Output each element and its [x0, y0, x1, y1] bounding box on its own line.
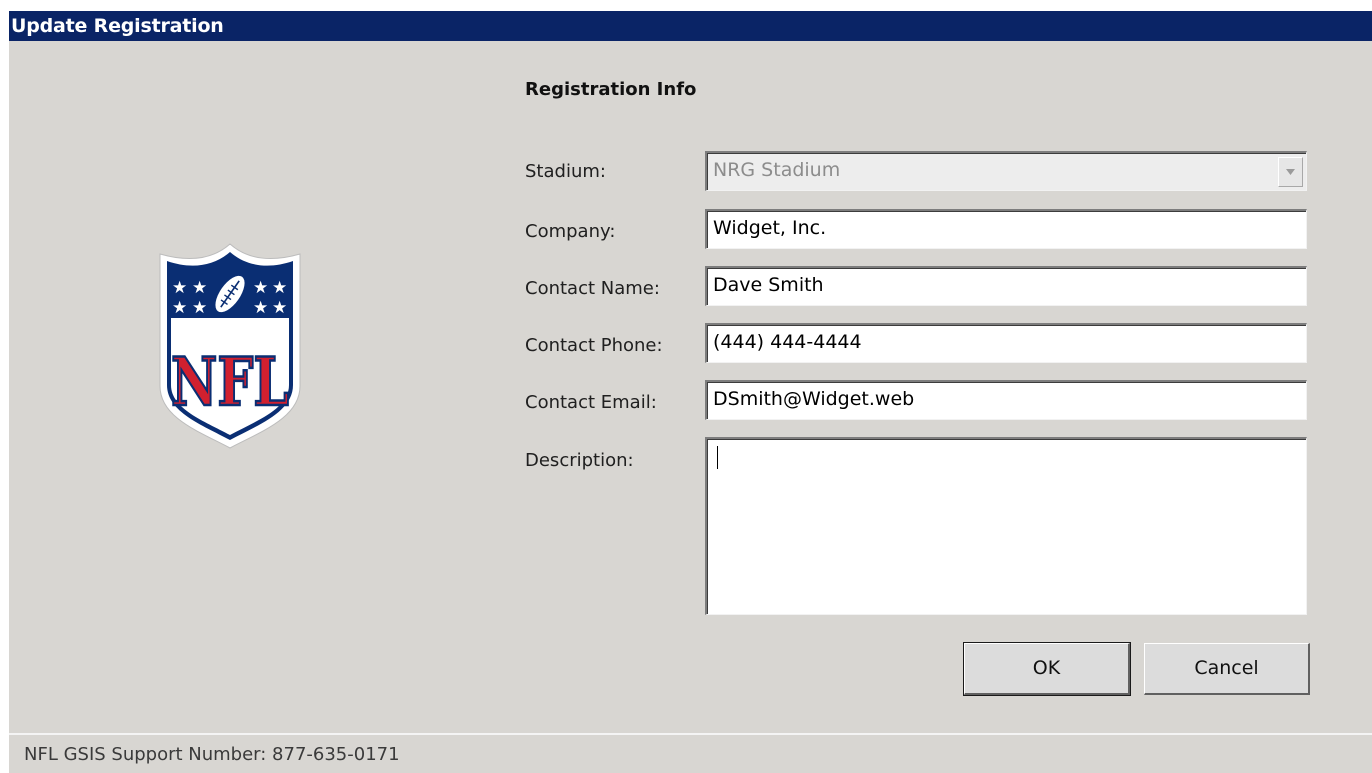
stadium-label: Stadium: — [525, 161, 606, 182]
contact-phone-label: Contact Phone: — [525, 335, 663, 356]
support-number-text: NFL GSIS Support Number: 877-635-0171 — [24, 744, 400, 765]
logo-text: NFL — [171, 343, 289, 421]
svg-text:★: ★ — [192, 298, 207, 318]
contact-name-label: Contact Name: — [525, 278, 660, 299]
svg-text:★: ★ — [172, 298, 187, 318]
company-label: Company: — [525, 221, 616, 242]
company-field[interactable]: Widget, Inc. — [705, 209, 1307, 249]
cancel-button[interactable]: Cancel — [1144, 643, 1310, 695]
contact-email-label: Contact Email: — [525, 392, 657, 413]
description-label: Description: — [525, 450, 634, 471]
nfl-logo: ★ ★ ★ ★ ★ ★ ★ ★ NFL — [150, 240, 310, 456]
ok-button[interactable]: OK — [963, 642, 1131, 696]
chevron-down-icon[interactable] — [1278, 157, 1303, 187]
svg-text:★: ★ — [272, 298, 287, 318]
svg-text:★: ★ — [253, 298, 268, 318]
registration-info-heading: Registration Info — [525, 79, 697, 100]
svg-text:★: ★ — [272, 278, 287, 298]
contact-phone-field[interactable]: (444) 444-4444 — [705, 323, 1307, 363]
svg-text:★: ★ — [192, 278, 207, 298]
contact-email-field[interactable]: DSmith@Widget.web — [705, 380, 1307, 420]
window-title: Update Registration — [9, 11, 1372, 41]
svg-text:★: ★ — [253, 278, 268, 298]
contact-name-field[interactable]: Dave Smith — [705, 266, 1307, 306]
stadium-value: NRG Stadium — [713, 159, 841, 181]
description-textarea[interactable] — [705, 437, 1307, 615]
status-footer: NFL GSIS Support Number: 877-635-0171 — [9, 733, 1372, 773]
svg-text:★: ★ — [172, 278, 187, 298]
stadium-dropdown[interactable]: NRG Stadium — [705, 151, 1307, 191]
text-caret — [717, 446, 718, 469]
update-registration-window: Update Registration ★ ★ ★ ★ ★ ★ ★ ★ NFL Reg — [9, 11, 1372, 773]
